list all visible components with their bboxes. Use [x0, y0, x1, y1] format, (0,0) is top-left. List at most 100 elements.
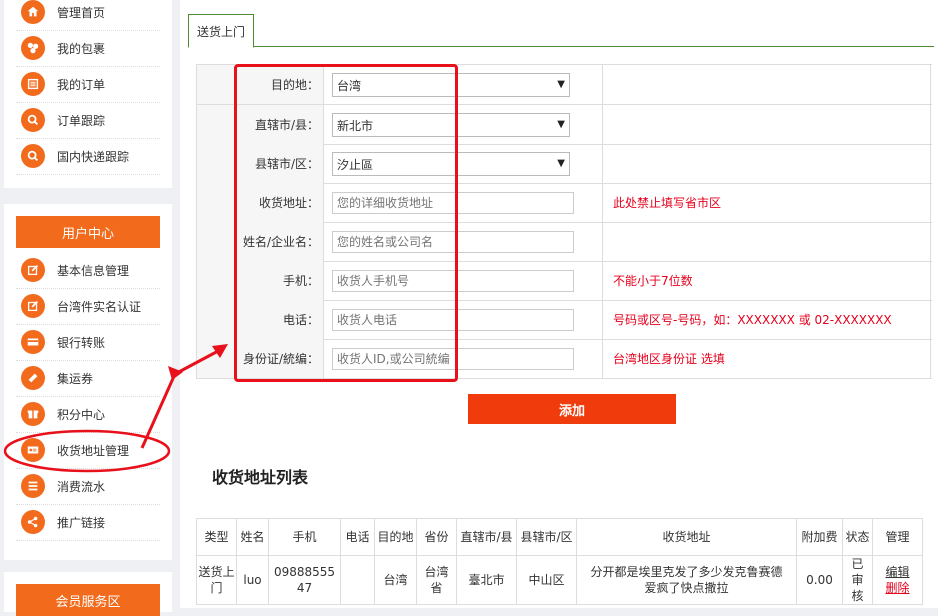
sidebar-item-taiwan-verification[interactable]: 台湾件实名认证 [16, 288, 160, 325]
cell-address: 分开都是埃里克发了多少发克鲁赛德爱疯了快点撒拉 [576, 555, 797, 605]
edit-icon [21, 258, 45, 282]
sidebar-item-domestic-tracking[interactable]: 国内快递跟踪 [16, 138, 160, 175]
id-card-icon [21, 438, 45, 462]
table-row: 送货上门 luo 0988855547 台湾 台湾省 臺北市 中山区 分开都是埃… [196, 555, 923, 605]
cell-surcharge: 0.00 [796, 555, 843, 605]
address-hint: 此处禁止填写省市区 [603, 183, 931, 222]
column-header: 县辖市/区 [516, 518, 577, 556]
form-row-city: 直辖市/县： 新北市 ▼ [196, 105, 932, 145]
sidebar-item-label: 订单跟踪 [57, 113, 106, 128]
form-row-mobile: 手机： 不能小于7位数 [196, 261, 932, 301]
sidebar-item-basic-info[interactable]: 基本信息管理 [16, 252, 160, 289]
cell-actions: 编辑 删除 [872, 555, 923, 605]
sidebar-item-coupons[interactable]: 集运券 [16, 360, 160, 397]
sidebar-item-packages[interactable]: 我的包裹 [16, 30, 160, 67]
user-center-header: 用户中心 [16, 216, 160, 248]
address-label: 收货地址： [258, 196, 319, 210]
address-form: 目的地： 台湾 ▼ 直辖市/县： 新北市 ▼ 县辖市/区： 汐止區 ▼ 收货地址： [196, 64, 932, 379]
packages-icon [21, 36, 45, 60]
sidebar-item-label: 我的订单 [57, 77, 106, 92]
idcard-label: 身份证/統编： [242, 352, 319, 366]
column-header: 类型 [196, 518, 237, 556]
chevron-down-icon: ▼ [557, 158, 565, 169]
add-address-button[interactable]: 添加 [468, 394, 676, 424]
sidebar-item-label: 银行转账 [57, 335, 106, 350]
main-content: 送货上门 目的地： 台湾▼ 直辖市/县： 新北市▼ 县辖市/区： 汐止區▼ [180, 0, 938, 608]
column-header: 目的地 [374, 518, 417, 556]
edit-icon [21, 294, 45, 318]
phone-hint: 号码或区号-号码，如：XXXXXXX 或 02-XXXXXXX [603, 300, 931, 339]
home-icon [21, 0, 45, 24]
search-icon [21, 144, 45, 168]
cell-district: 中山区 [516, 555, 577, 605]
sidebar-item-label: 消费流水 [57, 479, 106, 494]
delete-link[interactable]: 删除 [885, 581, 909, 595]
cell-status: 已审核 [842, 555, 873, 605]
district-select[interactable]: 汐止區 ▼ [332, 152, 570, 176]
table-header-row: 类型 姓名 手机 电话 目的地 省份 直辖市/县 县辖市/区 收货地址 附加费 … [196, 518, 923, 556]
column-header: 电话 [340, 518, 375, 556]
form-row-name: 姓名/企业名： [196, 222, 932, 262]
cell-city: 臺北市 [456, 555, 517, 605]
sidebar-item-home[interactable]: 管理首页 [16, 0, 160, 31]
column-header: 收货地址 [576, 518, 797, 556]
address-list-title: 收货地址列表 [212, 468, 309, 487]
sidebar-item-label: 集运券 [57, 371, 94, 386]
sidebar-item-bank-transfer[interactable]: 银行转账 [16, 324, 160, 361]
mobile-input[interactable] [332, 270, 574, 292]
city-label: 直辖市/县： [254, 118, 319, 132]
member-area-header: 会员服务区 [16, 584, 160, 616]
cell-type: 送货上门 [196, 555, 237, 605]
gift-icon [21, 402, 45, 426]
destination-select[interactable]: 台湾 ▼ [332, 73, 570, 97]
sidebar-item-label: 我的包裹 [57, 41, 106, 56]
form-row-idcard: 身份证/統编： 台湾地区身份证 选填 [196, 339, 932, 379]
cell-name: luo [236, 555, 269, 605]
tab-home-delivery[interactable]: 送货上门 [188, 14, 254, 48]
list-icon [21, 474, 45, 498]
sidebar-item-address-management[interactable]: 收货地址管理 [16, 432, 160, 469]
address-input[interactable] [332, 192, 574, 214]
idcard-input[interactable] [332, 348, 574, 370]
cell-mobile: 0988855547 [268, 555, 341, 605]
form-row-district: 县辖市/区： 汐止區 ▼ [196, 144, 932, 184]
cell-destination: 台湾 [374, 555, 417, 605]
mobile-label: 手机： [282, 274, 319, 288]
column-header: 姓名 [236, 518, 269, 556]
tab-bar-line [188, 46, 934, 47]
column-header: 状态 [842, 518, 873, 556]
sidebar-item-points[interactable]: 积分中心 [16, 396, 160, 433]
form-row-address: 收货地址： 此处禁止填写省市区 [196, 183, 932, 223]
sidebar-item-label: 推广链接 [57, 515, 106, 530]
sidebar-item-order-tracking[interactable]: 订单跟踪 [16, 102, 160, 139]
form-row-phone: 电话： 号码或区号-号码，如：XXXXXXX 或 02-XXXXXXX [196, 300, 932, 340]
address-table: 类型 姓名 手机 电话 目的地 省份 直辖市/县 县辖市/区 收货地址 附加费 … [196, 518, 923, 605]
sidebar-item-label: 基本信息管理 [57, 263, 130, 278]
form-row-destination: 目的地： 台湾 ▼ [196, 65, 932, 105]
cell-province: 台湾省 [416, 555, 457, 605]
name-label: 姓名/企业名： [242, 235, 319, 249]
edit-link[interactable]: 编辑 [885, 565, 909, 579]
destination-label: 目的地： [270, 78, 319, 92]
sidebar-item-transactions[interactable]: 消费流水 [16, 468, 160, 505]
district-label: 县辖市/区： [254, 157, 319, 171]
column-header: 手机 [268, 518, 341, 556]
column-header: 附加费 [796, 518, 843, 556]
column-header: 直辖市/县 [456, 518, 517, 556]
search-icon [21, 108, 45, 132]
idcard-hint: 台湾地区身份证 选填 [603, 339, 931, 378]
column-header: 省份 [416, 518, 457, 556]
phone-label: 电话： [282, 313, 319, 327]
phone-input[interactable] [332, 309, 574, 331]
sidebar-item-label: 管理首页 [57, 5, 106, 20]
city-select[interactable]: 新北市 ▼ [332, 113, 570, 137]
chevron-down-icon: ▼ [557, 119, 565, 130]
share-icon [21, 510, 45, 534]
name-input[interactable] [332, 231, 574, 253]
mobile-hint: 不能小于7位数 [603, 261, 931, 300]
cell-phone [340, 555, 375, 605]
column-header: 管理 [872, 518, 923, 556]
sidebar-item-referral-link[interactable]: 推广链接 [16, 504, 160, 541]
sidebar-item-orders[interactable]: 我的订单 [16, 66, 160, 103]
card-icon [21, 330, 45, 354]
